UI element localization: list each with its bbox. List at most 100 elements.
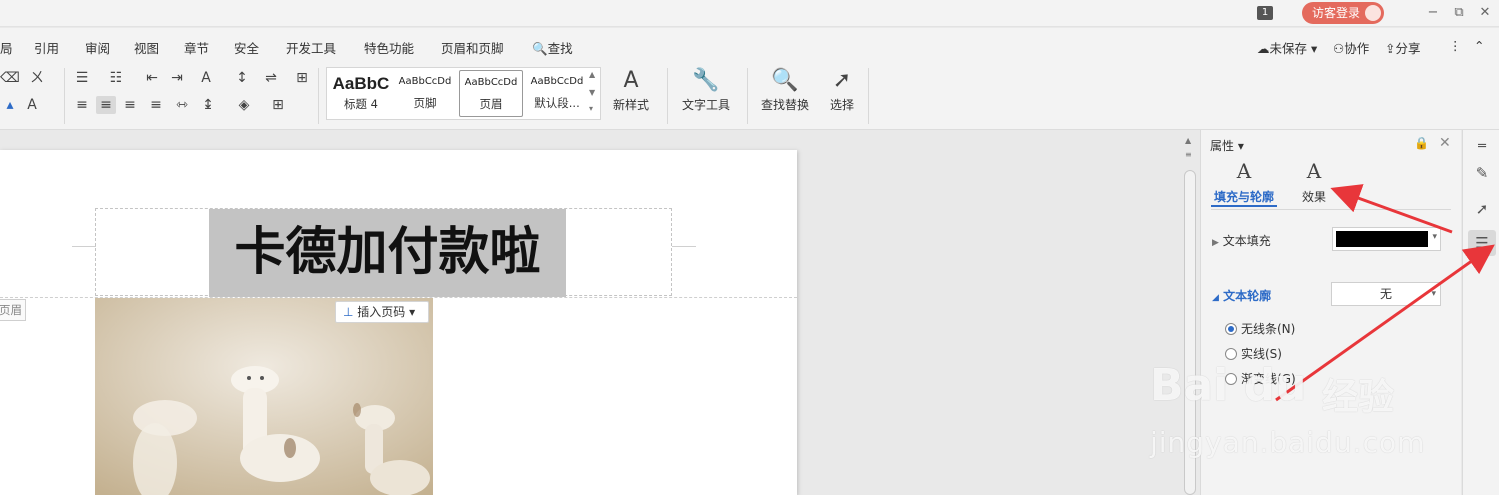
tab-effects[interactable]: A 效果 xyxy=(1291,158,1337,205)
line-spacing-icon[interactable]: ⊞ xyxy=(292,69,312,87)
new-style-button[interactable]: A 新样式 xyxy=(606,66,656,113)
properties-title[interactable]: 属性 ▾ xyxy=(1210,137,1244,154)
tab-divider xyxy=(1211,209,1451,210)
baidu-watermark: Bai du 经验 jingyan.baidu.com xyxy=(1150,360,1424,480)
properties-title-label: 属性 xyxy=(1210,139,1235,153)
tab-section[interactable]: 章节 xyxy=(184,38,209,57)
document-count-badge[interactable]: 1 xyxy=(1257,6,1273,20)
align-center-icon[interactable]: ≡ xyxy=(96,96,116,114)
watermark-logo: Bai du xyxy=(1150,360,1307,411)
select-button[interactable]: ➚ 选择 xyxy=(822,66,862,113)
tab-developer[interactable]: 开发工具 xyxy=(286,38,336,57)
menu-bar: 局 引用 审阅 视图 章节 安全 开发工具 特色功能 页眉和页脚 🔍查找 ☁未保… xyxy=(0,28,1499,62)
text-tool-button[interactable]: 🔧 文字工具 xyxy=(676,66,736,113)
tab-effects-label: 效果 xyxy=(1301,190,1326,204)
guest-login-button[interactable]: 访客登录 xyxy=(1302,2,1384,24)
text-fill-label: 文本填充 xyxy=(1222,234,1271,248)
watermark-url: jingyan.baidu.com xyxy=(1150,426,1426,459)
gallery-scroll-down-icon[interactable]: ▼ xyxy=(589,88,595,97)
collaborate-label: 协作 xyxy=(1344,41,1370,56)
bullets-icon[interactable]: ☰ xyxy=(72,69,92,87)
dropdown-arrow-icon: ▾ xyxy=(1431,289,1436,299)
panel-close-icon[interactable]: ✕ xyxy=(1439,135,1451,151)
style-sample: AaBbC xyxy=(332,74,390,93)
unsaved-status[interactable]: ☁未保存 ▾ xyxy=(1257,38,1317,57)
text-direction-icon[interactable]: A xyxy=(196,69,216,87)
minimize-icon[interactable]: − xyxy=(1424,4,1442,22)
radio-label: 无线条(N) xyxy=(1241,322,1296,336)
search-icon: 🔍 xyxy=(532,41,548,56)
increase-indent-icon[interactable]: ⇥ xyxy=(167,69,187,87)
more-icon[interactable]: ⋮ xyxy=(1449,38,1462,53)
tab-fill-outline[interactable]: A 填充与轮廓 xyxy=(1211,158,1277,205)
font-color-icon[interactable]: ▴ xyxy=(0,96,20,114)
expanded-arrow-icon: ◢ xyxy=(1212,293,1219,303)
style-name: 页脚 xyxy=(413,96,437,110)
tab-features[interactable]: 特色功能 xyxy=(364,38,414,57)
phonetic-guide-icon[interactable]: ㄨ xyxy=(27,69,47,87)
dropdown-arrow-icon: ▾ xyxy=(1432,232,1437,242)
pen-icon[interactable]: ✎ xyxy=(1468,160,1496,186)
pointer-icon[interactable]: ➚ xyxy=(1468,196,1496,222)
new-style-label: 新样式 xyxy=(612,98,649,112)
justify-icon[interactable]: ≡ xyxy=(146,96,166,114)
alpaca-toys-image xyxy=(95,298,433,495)
close-icon[interactable]: ✕ xyxy=(1476,4,1494,22)
style-sample: AaBbCcDd xyxy=(398,76,452,87)
tab-review[interactable]: 审阅 xyxy=(85,38,110,57)
search-command[interactable]: 🔍查找 xyxy=(532,38,573,57)
sort-icon[interactable]: ↕ xyxy=(232,69,252,87)
side-menu-icon[interactable]: ═ xyxy=(1468,134,1496,160)
cursor-icon: ➚ xyxy=(832,68,852,93)
restore-icon[interactable]: ⧉ xyxy=(1450,4,1468,22)
tab-view[interactable]: 视图 xyxy=(134,38,159,57)
lock-icon[interactable]: 🔒 xyxy=(1414,136,1429,150)
text-outline-row[interactable]: ◢ 文本轮廓 xyxy=(1212,287,1271,304)
align-right-icon[interactable]: ≡ xyxy=(120,96,140,114)
insert-page-number-button[interactable]: ⊥ 插入页码 ▾ xyxy=(335,301,429,323)
gallery-expand-icon[interactable]: ▾ xyxy=(589,104,593,113)
style-name: 页眉 xyxy=(479,97,503,111)
share-button[interactable]: ⇪分享 xyxy=(1385,38,1421,57)
style-default-paragraph[interactable]: AaBbCcDd 默认段... xyxy=(525,70,589,117)
align-left-icon[interactable]: ≡ xyxy=(72,96,92,114)
style-header[interactable]: AaBbCcDd 页眉 xyxy=(459,70,523,117)
eraser-icon[interactable]: ⌫ xyxy=(0,69,20,87)
numbering-icon[interactable]: ☷ xyxy=(106,69,126,87)
collapse-ribbon-icon[interactable]: ⌃ xyxy=(1474,38,1484,53)
select-label: 选择 xyxy=(829,98,854,112)
find-replace-button[interactable]: 🔍 查找替换 xyxy=(755,66,815,113)
document-photo[interactable] xyxy=(95,298,433,495)
text-fill-row[interactable]: ▶ 文本填充 xyxy=(1212,232,1271,249)
style-gallery: AaBbC 标题 4 AaBbCcDd 页脚 AaBbCcDd 页眉 AaBbC… xyxy=(326,67,601,120)
scroll-up-icon[interactable]: ▲ xyxy=(1185,136,1191,145)
borders-icon[interactable]: ⊞ xyxy=(268,96,288,114)
text-fill-color-picker[interactable]: ▾ xyxy=(1332,227,1441,251)
shading-icon[interactable]: ◈ xyxy=(234,96,254,114)
properties-icon[interactable]: ☰ xyxy=(1468,230,1496,256)
document-page[interactable]: 卡德加付款啦 页眉 ⊥ 插入页码 ▾ xyxy=(0,150,797,495)
heading-text: 卡德加付款啦 xyxy=(234,223,541,282)
selected-heading[interactable]: 卡德加付款啦 xyxy=(209,209,566,297)
user-avatar-icon xyxy=(1365,5,1381,21)
show-marks-icon[interactable]: ⇌ xyxy=(261,69,281,87)
tab-security[interactable]: 安全 xyxy=(234,38,259,57)
char-shading-icon[interactable]: A xyxy=(22,96,42,114)
effects-icon: A xyxy=(1306,159,1322,183)
gallery-scroll-up-icon[interactable]: ▲ xyxy=(589,70,595,79)
watermark-sub: 经验 xyxy=(1322,377,1395,418)
wrench-icon: 🔧 xyxy=(692,68,720,93)
tab-layout[interactable]: 局 xyxy=(0,38,13,57)
text-outline-select[interactable]: 无 ▾ xyxy=(1331,282,1441,306)
style-footer[interactable]: AaBbCcDd 页脚 xyxy=(393,70,457,117)
tab-references[interactable]: 引用 xyxy=(34,38,59,57)
distribute-icon[interactable]: ⇿ xyxy=(172,96,192,114)
style-name: 标题 4 xyxy=(344,97,378,111)
paragraph-spacing-icon[interactable]: ↨ xyxy=(198,96,218,114)
style-heading4[interactable]: AaBbC 标题 4 xyxy=(329,70,393,117)
collaborate-button[interactable]: ⚇协作 xyxy=(1333,38,1369,57)
tab-header-footer[interactable]: 页眉和页脚 xyxy=(441,38,504,57)
decrease-indent-icon[interactable]: ⇤ xyxy=(142,69,162,87)
fill-outline-icon: A xyxy=(1236,159,1252,183)
radio-no-line[interactable]: 无线条(N) xyxy=(1225,320,1295,337)
